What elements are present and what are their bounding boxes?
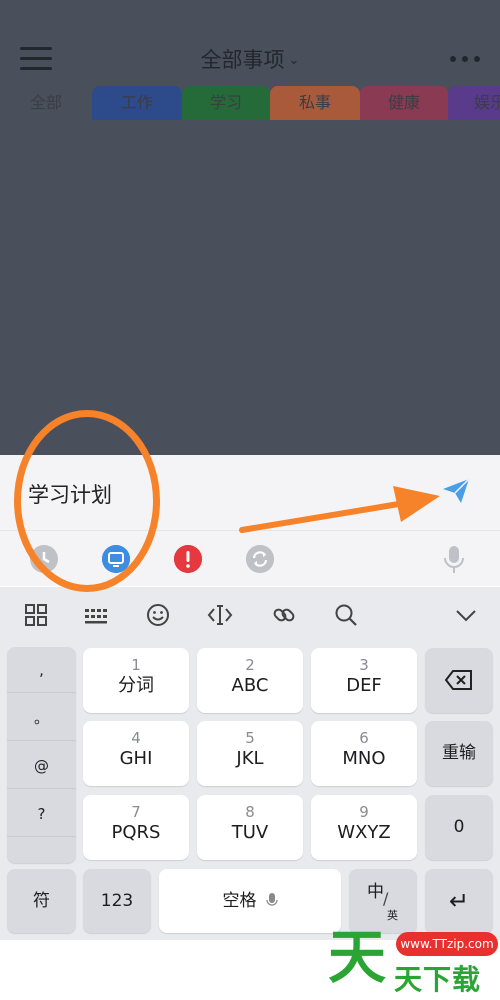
- key-label: 分词: [118, 675, 154, 696]
- lang-main-label: 中: [367, 882, 384, 902]
- key-number: 2: [245, 656, 255, 674]
- tab-entertainment[interactable]: 娱乐: [448, 86, 500, 120]
- backspace-icon: [444, 670, 472, 690]
- punct-question-key[interactable]: ?: [7, 791, 76, 837]
- key-label: MNO: [342, 748, 386, 769]
- key-label: GHI: [119, 748, 153, 769]
- punct-period-key[interactable]: 。: [7, 695, 76, 741]
- tab-label: 工作: [120, 93, 153, 112]
- key-number: 5: [245, 729, 255, 747]
- key-number: 6: [359, 729, 369, 747]
- highlight-circle-annotation: [14, 410, 160, 592]
- zero-key[interactable]: 0: [425, 795, 493, 860]
- key-number: 7: [131, 803, 141, 821]
- tab-label: 学习: [209, 93, 242, 112]
- repeat-icon[interactable]: [246, 545, 274, 573]
- watermark-big-char: 天: [328, 923, 387, 991]
- tab-label: 娱乐: [474, 93, 500, 112]
- symbol-key[interactable]: 符: [7, 869, 76, 933]
- key-2-abc[interactable]: 2 ABC: [197, 648, 303, 713]
- watermark-text: 天下载: [394, 963, 482, 996]
- watermark-logo: 天 www.TTzip.com 天下载: [322, 920, 500, 1000]
- tab-health[interactable]: 健康: [360, 86, 448, 120]
- key-number: 9: [359, 803, 369, 821]
- key-label: 123: [100, 891, 134, 911]
- page-title-text: 全部事项: [200, 48, 285, 72]
- microphone-icon: [265, 893, 278, 906]
- reenter-key[interactable]: 重输: [425, 721, 493, 786]
- key-5-jkl[interactable]: 5 JKL: [197, 721, 303, 786]
- punct-at-key[interactable]: @: [7, 743, 76, 789]
- key-label: WXYZ: [337, 822, 391, 843]
- link-icon[interactable]: [270, 601, 298, 629]
- key-label: 重输: [442, 743, 476, 763]
- top-bar: 全部事项 ⌄: [0, 30, 500, 90]
- backspace-key[interactable]: [425, 648, 493, 713]
- tab-label: 健康: [387, 93, 420, 112]
- key-number: 8: [245, 803, 255, 821]
- key-8-tuv[interactable]: 8 TUV: [197, 795, 303, 860]
- cursor-icon[interactable]: [206, 601, 234, 629]
- key-9-wxyz[interactable]: 9 WXYZ: [311, 795, 417, 860]
- key-number: 4: [131, 729, 141, 747]
- punct-comma-key[interactable]: ,: [7, 647, 76, 693]
- page-title[interactable]: 全部事项 ⌄: [0, 44, 500, 74]
- key-4-ghi[interactable]: 4 GHI: [83, 721, 189, 786]
- key-label: DEF: [346, 675, 382, 696]
- tab-label: 全部: [29, 93, 62, 112]
- tab-all[interactable]: 全部: [0, 86, 92, 120]
- grid-icon[interactable]: [22, 601, 50, 629]
- tab-study[interactable]: 学习: [182, 86, 270, 120]
- key-label: 空格: [222, 891, 257, 911]
- more-icon[interactable]: [450, 56, 480, 64]
- key-label: TUV: [231, 822, 269, 843]
- tab-personal[interactable]: 私事: [270, 86, 360, 120]
- keyboard: , 。 @ ? 1 分词 2 ABC 3 DEF 4 GHI 5 JKL 6 M…: [0, 587, 500, 940]
- emoji-icon[interactable]: [144, 601, 172, 629]
- key-number: 3: [359, 656, 369, 674]
- key-number: 1: [131, 656, 141, 674]
- numeric-key[interactable]: 123: [83, 869, 151, 933]
- watermark-url: www.TTzip.com: [396, 932, 498, 956]
- key-1-fenci[interactable]: 1 分词: [83, 648, 189, 713]
- space-key[interactable]: 空格: [159, 869, 341, 933]
- app-background: 全部事项 ⌄ 全部 工作 学习 私事 健康 娱乐: [0, 0, 500, 455]
- collapse-keyboard-icon[interactable]: [452, 601, 480, 629]
- search-icon[interactable]: [332, 601, 360, 629]
- microphone-icon[interactable]: [442, 545, 466, 573]
- send-icon[interactable]: [442, 478, 470, 504]
- chevron-down-icon: ⌄: [288, 53, 300, 68]
- key-6-mno[interactable]: 6 MNO: [311, 721, 417, 786]
- keyboard-toolbar: [0, 587, 500, 643]
- key-3-def[interactable]: 3 DEF: [311, 648, 417, 713]
- punctuation-column[interactable]: , 。 @ ?: [7, 647, 76, 863]
- key-7-pqrs[interactable]: 7 PQRS: [83, 795, 189, 860]
- important-icon[interactable]: [174, 545, 202, 573]
- key-label: 0: [453, 817, 465, 837]
- key-label: JKL: [236, 748, 264, 769]
- key-label: ABC: [231, 675, 269, 696]
- category-tabs: 全部 工作 学习 私事 健康 娱乐: [0, 86, 500, 120]
- key-label: 符: [33, 891, 50, 911]
- key-label: PQRS: [111, 822, 161, 843]
- tab-label: 私事: [298, 93, 331, 112]
- tab-work[interactable]: 工作: [92, 86, 182, 120]
- lang-slash: /: [383, 889, 389, 908]
- keyboard-icon[interactable]: [82, 601, 110, 629]
